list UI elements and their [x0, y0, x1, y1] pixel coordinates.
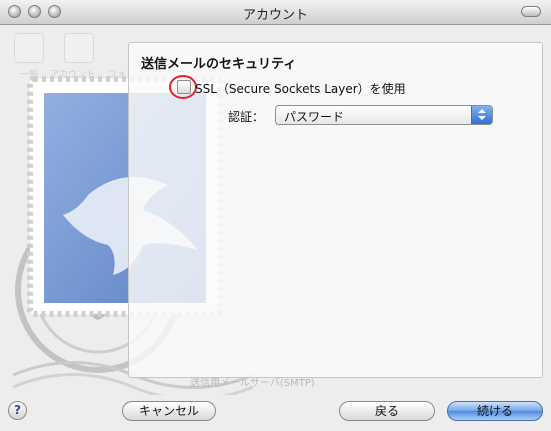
panel-heading: 送信メールのセキュリティ: [141, 57, 297, 72]
toolbar-toggle-icon[interactable]: [521, 6, 541, 17]
authentication-select-value: パスワード: [284, 110, 345, 124]
content-area: 一般 アカウント フォ 送信メールのセキュリティ SSL（Secure Sock…: [0, 25, 551, 431]
cancel-button[interactable]: キャンセル: [122, 401, 216, 421]
ghost-account-icon: [64, 33, 94, 63]
back-button[interactable]: 戻る: [339, 401, 435, 421]
ssl-checkbox[interactable]: [177, 80, 191, 94]
ssl-checkbox-label[interactable]: SSL（Secure Sockets Layer）を使用: [195, 80, 406, 97]
assistant-window: アカウント 一般 アカウント フォ 送信メールのセキュリティ SSL（Secur…: [0, 0, 551, 431]
window-title: アカウント: [242, 8, 308, 23]
background-smtp-label: 送信用メールサーバ(SMTP): [190, 378, 315, 389]
ghost-general-icon: [14, 33, 44, 63]
select-arrows-icon: [471, 106, 492, 124]
continue-button[interactable]: 続ける: [447, 401, 543, 421]
authentication-label: 認証：: [228, 110, 265, 124]
security-panel: 送信メールのセキュリティ SSL（Secure Sockets Layer）を使…: [128, 42, 543, 378]
title-bar: アカウント: [0, 0, 551, 25]
authentication-select[interactable]: パスワード: [275, 105, 493, 125]
help-button[interactable]: ?: [8, 401, 27, 420]
